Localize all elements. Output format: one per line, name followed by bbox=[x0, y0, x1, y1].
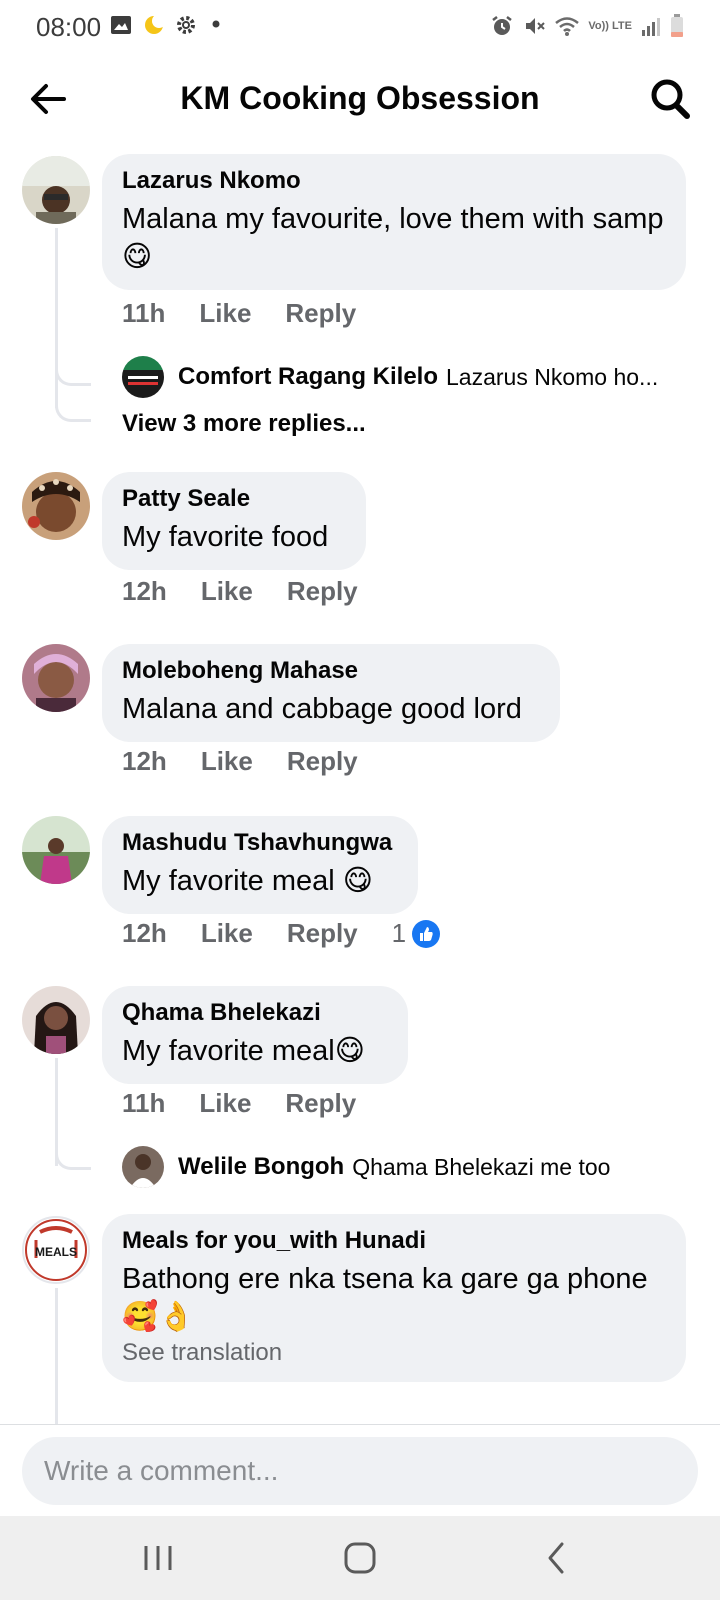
like-button[interactable]: Like bbox=[201, 576, 253, 607]
reply-avatar[interactable] bbox=[122, 1146, 164, 1188]
page-title: KM Cooking Obsession bbox=[180, 80, 540, 116]
system-nav-bar bbox=[0, 1516, 720, 1600]
comment-time: 11h bbox=[122, 1088, 166, 1118]
recent-apps-button[interactable] bbox=[136, 1536, 180, 1580]
avatar-logo-text: MEALS bbox=[35, 1245, 77, 1259]
comment-actions: 12h Like Reply 1 bbox=[122, 918, 474, 949]
comment-author[interactable]: Moleboheng Mahase bbox=[122, 656, 540, 686]
reply-avatar[interactable] bbox=[122, 356, 164, 398]
comment-item: MEALS Meals for you_with Hunadi Bathong … bbox=[0, 1214, 720, 1424]
alarm-icon bbox=[492, 16, 513, 35]
moon-icon bbox=[145, 14, 165, 34]
status-bar: 08:00 Vo)) LTE bbox=[0, 0, 720, 52]
comment-time: 11h bbox=[122, 298, 166, 328]
like-button[interactable]: Like bbox=[201, 918, 253, 949]
comment-actions: 11h Like Reply bbox=[122, 1088, 390, 1119]
comment-bubble[interactable]: Mashudu Tshavhungwa My favorite meal 😋 bbox=[102, 816, 418, 914]
wifi-icon bbox=[555, 17, 580, 36]
reply-button[interactable]: Reply bbox=[287, 576, 358, 607]
back-nav-button[interactable] bbox=[536, 1536, 580, 1580]
avatar[interactable] bbox=[22, 472, 90, 540]
avatar[interactable] bbox=[22, 644, 90, 712]
status-right-icons: Vo)) LTE bbox=[490, 14, 684, 38]
reply-button[interactable]: Reply bbox=[287, 746, 358, 777]
home-icon bbox=[344, 1542, 376, 1574]
mute-icon bbox=[526, 18, 546, 34]
network-label: Vo)) LTE bbox=[588, 19, 632, 32]
comment-author[interactable]: Patty Seale bbox=[122, 484, 346, 514]
comment-actions: 12h Like Reply bbox=[122, 576, 392, 607]
comment-time: 12h bbox=[122, 918, 167, 948]
comment-text: Malana and cabbage good lord bbox=[122, 693, 522, 725]
comment-composer bbox=[0, 1424, 720, 1516]
comment-author[interactable]: Qhama Bhelekazi bbox=[122, 998, 388, 1028]
reply-text: Lazarus Nkomo ho... bbox=[446, 363, 659, 390]
like-button[interactable]: Like bbox=[199, 1088, 251, 1119]
reply-button[interactable]: Reply bbox=[285, 298, 356, 329]
dot-icon bbox=[212, 20, 220, 28]
signal-icon bbox=[642, 18, 660, 36]
comment-bubble[interactable]: Meals for you_with Hunadi Bathong ere nk… bbox=[102, 1214, 686, 1382]
thread-connector bbox=[55, 366, 91, 386]
comment-item: Qhama Bhelekazi My favorite meal😋 11h Li… bbox=[0, 986, 720, 1196]
thread-line bbox=[55, 1288, 58, 1424]
comment-text: My favorite food bbox=[122, 521, 329, 553]
avatar[interactable] bbox=[22, 986, 90, 1054]
like-button[interactable]: Like bbox=[201, 746, 253, 777]
reply-author[interactable]: Welile Bongoh bbox=[178, 1153, 344, 1181]
reply-item[interactable]: Welile Bongoh Qhama Bhelekazi me too bbox=[122, 1146, 610, 1188]
comments-list[interactable]: Lazarus Nkomo Malana my favourite, love … bbox=[0, 146, 720, 1424]
gear-icon bbox=[177, 16, 195, 34]
comment-item: Mashudu Tshavhungwa My favorite meal 😋 1… bbox=[0, 816, 720, 966]
comment-input[interactable] bbox=[22, 1437, 698, 1505]
comment-text: My favorite meal😋 bbox=[122, 1035, 365, 1067]
reaction-count[interactable]: 1 bbox=[392, 918, 406, 949]
comment-text: Bathong ere nka tsena ka gare ga phone 🥰… bbox=[122, 1263, 648, 1333]
view-more-replies[interactable]: View 3 more replies... bbox=[122, 410, 366, 438]
like-reaction-icon bbox=[412, 919, 441, 948]
comment-time: 12h bbox=[122, 576, 167, 606]
see-translation-link[interactable]: See translation bbox=[122, 1338, 666, 1368]
comment-bubble[interactable]: Lazarus Nkomo Malana my favourite, love … bbox=[102, 154, 686, 290]
reply-author[interactable]: Comfort Ragang Kilelo bbox=[178, 363, 438, 391]
thread-line bbox=[55, 228, 58, 408]
image-icon bbox=[111, 16, 131, 34]
reply-button[interactable]: Reply bbox=[285, 1088, 356, 1119]
comment-bubble[interactable]: Qhama Bhelekazi My favorite meal😋 bbox=[102, 986, 408, 1084]
app-header: KM Cooking Obsession bbox=[0, 52, 720, 146]
like-button[interactable]: Like bbox=[199, 298, 251, 329]
reply-item[interactable]: Comfort Ragang Kilelo Lazarus Nkomo ho..… bbox=[122, 356, 658, 398]
comment-item: Moleboheng Mahase Malana and cabbage goo… bbox=[0, 644, 720, 794]
comment-author[interactable]: Lazarus Nkomo bbox=[122, 166, 666, 196]
avatar[interactable]: MEALS bbox=[22, 1216, 90, 1284]
status-time: 08:00 bbox=[36, 12, 102, 42]
comment-author[interactable]: Meals for you_with Hunadi bbox=[122, 1226, 666, 1256]
comment-actions: 11h Like Reply bbox=[122, 298, 390, 329]
comment-item: Lazarus Nkomo Malana my favourite, love … bbox=[0, 154, 720, 454]
recent-apps-icon bbox=[144, 1546, 172, 1570]
home-button[interactable] bbox=[338, 1536, 382, 1580]
comment-actions: 12h Like Reply bbox=[122, 746, 392, 777]
search-icon bbox=[651, 79, 690, 119]
search-button[interactable] bbox=[648, 76, 692, 122]
comment-bubble[interactable]: Moleboheng Mahase Malana and cabbage goo… bbox=[102, 644, 560, 742]
reply-button[interactable]: Reply bbox=[287, 918, 358, 949]
comment-text: My favorite meal 😋 bbox=[122, 865, 374, 897]
thread-connector bbox=[55, 400, 91, 422]
avatar[interactable] bbox=[22, 816, 90, 884]
avatar[interactable] bbox=[22, 156, 90, 224]
comment-bubble[interactable]: Patty Seale My favorite food bbox=[102, 472, 366, 570]
back-nav-icon bbox=[548, 1542, 564, 1574]
reply-text: Qhama Bhelekazi me too bbox=[352, 1153, 611, 1180]
battery-icon bbox=[671, 14, 683, 37]
comment-item: Patty Seale My favorite food 12h Like Re… bbox=[0, 472, 720, 622]
comment-text: Malana my favourite, love them with samp… bbox=[122, 203, 664, 273]
comment-time: 12h bbox=[122, 746, 167, 776]
thread-connector bbox=[55, 1146, 91, 1170]
comment-author[interactable]: Mashudu Tshavhungwa bbox=[122, 828, 398, 858]
